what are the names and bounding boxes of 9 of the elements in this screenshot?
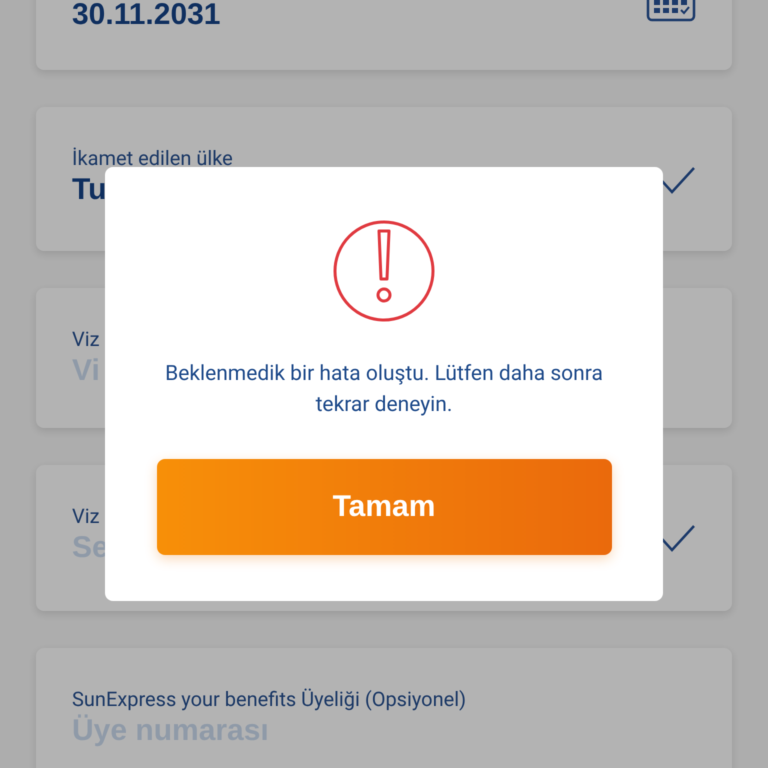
calendar-icon bbox=[646, 0, 696, 22]
field-label: İkamet edilen ülke bbox=[72, 145, 233, 171]
warning-icon bbox=[332, 219, 436, 323]
field-label: SunExpress your benefits Üyeliği (Opsiyonel) bbox=[72, 686, 466, 712]
input-field[interactable]: Tu bbox=[72, 171, 112, 209]
field-label: Viz bbox=[72, 326, 101, 352]
input-field[interactable]: 30.11.2031 bbox=[72, 0, 261, 34]
field-label: Viz bbox=[72, 503, 101, 529]
error-message: Beklenmedik bir hata oluştu. Lütfen daha sonra tekrar deneyin. bbox=[164, 361, 604, 419]
